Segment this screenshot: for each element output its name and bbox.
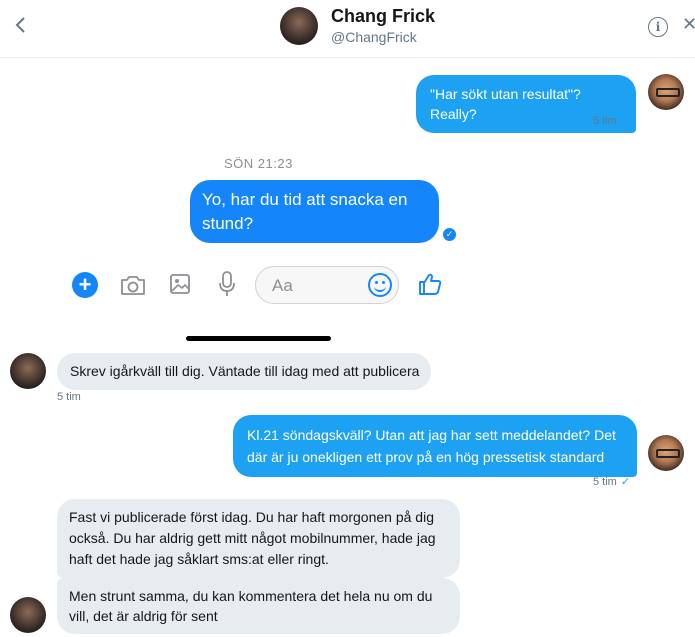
conversation-header: Chang Frick @ChangFrick i ✕ xyxy=(0,0,695,58)
contact-avatar-small xyxy=(10,597,46,633)
my-avatar xyxy=(648,435,684,471)
contact-handle[interactable]: @ChangFrick xyxy=(331,29,417,45)
message-bubble-incoming[interactable]: Men strunt samma, du kan kommentera det … xyxy=(57,578,460,634)
contact-avatar[interactable] xyxy=(280,7,318,45)
contact-name[interactable]: Chang Frick xyxy=(331,6,435,27)
message-time: 5 tim xyxy=(57,391,81,403)
thumbs-up-icon xyxy=(419,273,442,295)
message-bubble-incoming[interactable]: Skrev igårkväll till dig. Väntade till i… xyxy=(57,353,431,390)
embedded-timestamp: SÖN 21:23 xyxy=(224,156,293,171)
read-check-icon: ✓ xyxy=(620,115,631,127)
message-bubble-outgoing[interactable]: Kl.21 söndagskväll? Utan att jag har set… xyxy=(233,415,637,477)
message-meta: 5 tim ✓ xyxy=(593,475,630,488)
message-time: 5 tim xyxy=(593,115,617,127)
message-bubble-incoming[interactable]: Fast vi publicerade först idag. Du har h… xyxy=(57,499,460,578)
info-icon[interactable]: i xyxy=(648,17,668,37)
camera-icon xyxy=(121,276,145,295)
close-icon[interactable]: ✕ xyxy=(682,14,695,35)
read-check-icon: ✓ xyxy=(620,476,631,488)
chevron-left-icon xyxy=(15,17,25,33)
microphone-icon xyxy=(219,271,235,296)
contact-avatar-small xyxy=(10,353,46,389)
message-time: 5 tim xyxy=(593,476,617,488)
message-meta: 5 tim ✓ xyxy=(593,114,630,127)
seen-check-icon: ✓ xyxy=(443,228,456,241)
embedded-message-bubble: Yo, har du tid att snacka en stund? xyxy=(190,180,439,243)
input-placeholder: Aa xyxy=(272,276,293,295)
plus-icon: + xyxy=(72,272,98,298)
home-indicator xyxy=(186,336,331,341)
emoji-icon xyxy=(368,273,392,297)
back-button[interactable] xyxy=(8,12,32,38)
embedded-message-input: Aa xyxy=(255,266,399,304)
my-avatar xyxy=(648,74,684,110)
image-icon xyxy=(170,274,190,294)
